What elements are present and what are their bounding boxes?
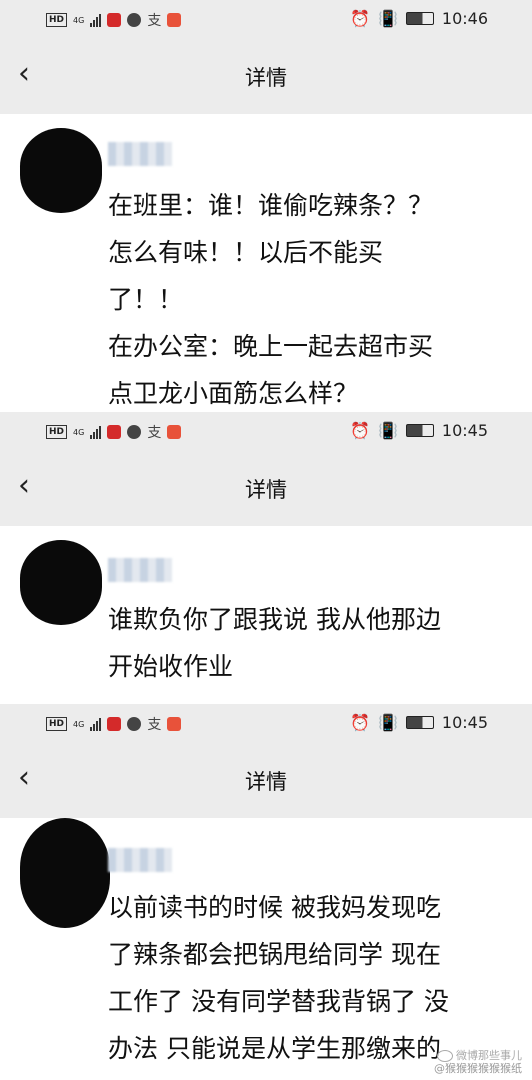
screenshot-panel-1: HD 4G 支 ⏰ 📳 10:46 ‹ 详情 在班里：谁！谁偷吃辣条？？ 怎么有… — [0, 0, 532, 412]
avatar-redacted[interactable] — [20, 540, 102, 625]
post-content: 以前读书的时候 被我妈发现吃 了辣条都会把锅甩给同学 现在 工作了 没有同学替我… — [108, 884, 516, 1072]
app-icon-globe — [127, 717, 142, 731]
page-title: 详情 — [245, 770, 287, 794]
battery-icon — [405, 12, 434, 25]
status-bar: HD 4G 支 ⏰ 📳 10:46 — [0, 0, 532, 38]
nav-bar: ‹ 详情 — [0, 38, 532, 114]
alipay-icon: 支 — [147, 717, 162, 733]
post-line: 谁欺负你了跟我说 我从他那边 — [108, 605, 441, 634]
signal-icon — [90, 425, 102, 439]
page-title: 详情 — [245, 478, 287, 502]
app-icon-red — [107, 717, 122, 731]
app-icon-red — [107, 13, 122, 27]
post-line: 了！！ — [108, 285, 184, 314]
hd-icon: HD — [46, 13, 68, 27]
page-title: 详情 — [245, 66, 287, 90]
post-line: 点卫龙小面筋怎么样？ — [108, 379, 359, 408]
post-line: 工作了 没有同学替我背锅了 没 — [108, 987, 449, 1016]
app-icon-red — [107, 425, 122, 439]
vibrate-icon: 📳 — [377, 713, 398, 732]
app-icon-globe — [127, 13, 142, 27]
alarm-icon: ⏰ — [350, 421, 370, 440]
battery-icon — [405, 716, 434, 729]
post-content: 在班里：谁！谁偷吃辣条？？ 怎么有味！！以后不能买 了！！ 在办公室：晚上一起去… — [108, 182, 516, 412]
alarm-icon: ⏰ — [350, 713, 370, 732]
nav-bar: ‹ 详情 — [0, 742, 532, 818]
app-icon-orange — [167, 425, 182, 439]
avatar-redacted[interactable] — [20, 818, 110, 928]
username-blurred[interactable] — [108, 558, 172, 582]
post-line: 在办公室：晚上一起去超市买 — [108, 332, 434, 361]
signal-icon — [90, 717, 102, 731]
nav-bar: ‹ 详情 — [0, 450, 532, 526]
avatar-redacted[interactable] — [20, 128, 102, 213]
username-blurred[interactable] — [108, 848, 172, 872]
clock: 10:45 — [441, 421, 488, 440]
watermark-handle: @猴猴猴猴猴猴纸 — [434, 1062, 522, 1075]
signal-icon — [90, 13, 102, 27]
screenshot-panel-2: HD 4G 支 ⏰ 📳 10:45 ‹ 详情 谁欺负你了跟我说 我从他那边 开始… — [0, 412, 532, 704]
alipay-icon: 支 — [147, 425, 162, 441]
hd-icon: HD — [46, 717, 68, 731]
alarm-icon: ⏰ — [350, 9, 370, 28]
username-blurred[interactable] — [108, 142, 172, 166]
vibrate-icon: 📳 — [377, 421, 398, 440]
post-line: 在班里：谁！谁偷吃辣条？？ — [108, 191, 434, 220]
post-line: 开始收作业 — [108, 652, 234, 681]
app-icon-orange — [167, 13, 182, 27]
clock: 10:45 — [441, 713, 488, 732]
status-bar: HD 4G 支 ⏰ 📳 10:45 — [0, 704, 532, 742]
post-line: 怎么有味！！以后不能买 — [108, 238, 384, 267]
network-type: 4G — [73, 15, 85, 25]
post-line: 以前读书的时候 被我妈发现吃 — [108, 893, 441, 922]
clock: 10:46 — [441, 9, 488, 28]
app-icon-orange — [167, 717, 182, 731]
network-type: 4G — [73, 719, 85, 729]
network-type: 4G — [73, 427, 85, 437]
post-content: 谁欺负你了跟我说 我从他那边 开始收作业 — [108, 596, 516, 690]
screenshot-panel-3: HD 4G 支 ⏰ 📳 10:45 ‹ 详情 以前读书的时候 被我妈发现吃 了辣… — [0, 704, 532, 1080]
status-bar: HD 4G 支 ⏰ 📳 10:45 — [0, 412, 532, 450]
app-icon-globe — [127, 425, 142, 439]
hd-icon: HD — [46, 425, 68, 439]
alipay-icon: 支 — [147, 13, 162, 29]
vibrate-icon: 📳 — [377, 9, 398, 28]
post-line: 了辣条都会把锅甩给同学 现在 — [108, 940, 441, 969]
battery-icon — [405, 424, 434, 437]
